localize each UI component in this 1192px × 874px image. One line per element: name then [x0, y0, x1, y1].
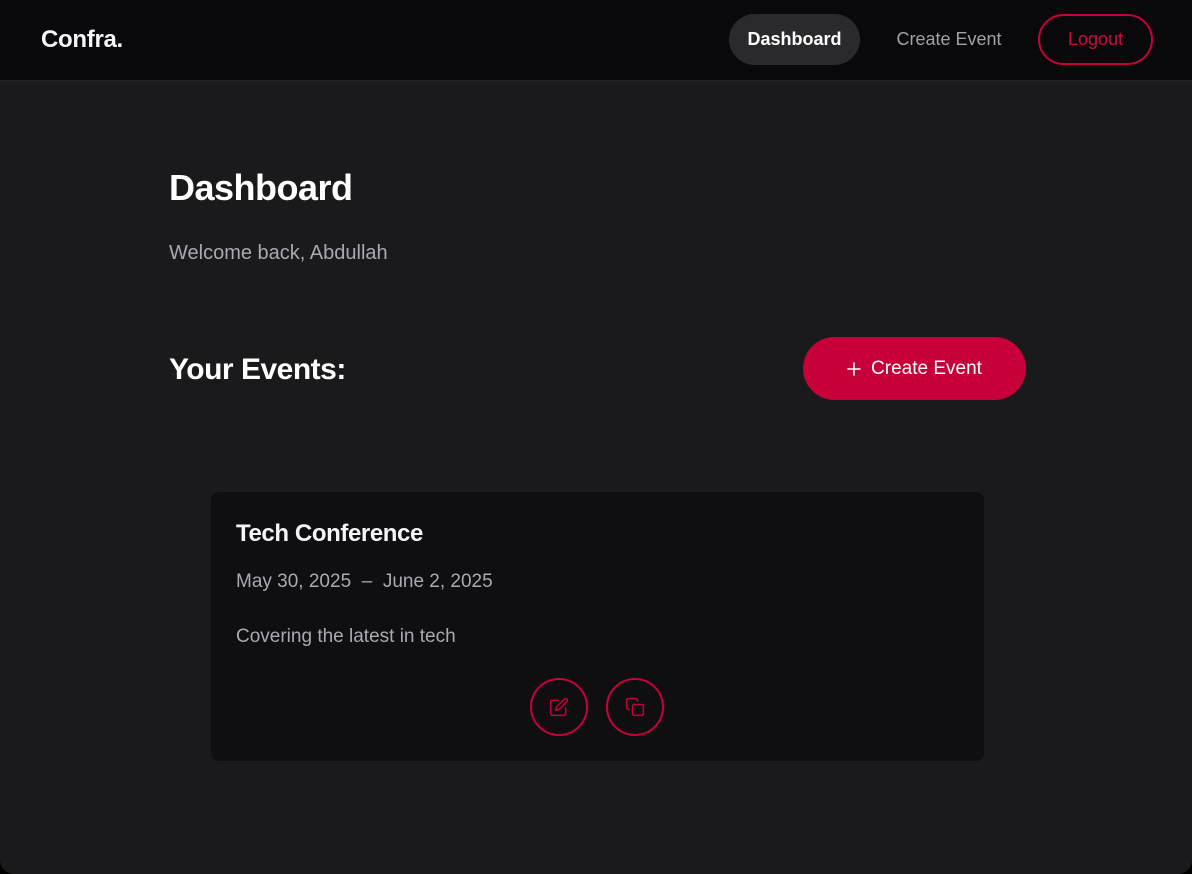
duplicate-event-button[interactable]: [606, 678, 664, 736]
navbar: Confra. Dashboard Create Event Logout: [0, 0, 1192, 81]
create-event-button[interactable]: Create Event: [803, 337, 1026, 400]
edit-event-button[interactable]: [530, 678, 588, 736]
event-description: Covering the latest in tech: [236, 626, 456, 647]
event-card[interactable]: Tech Conference May 30, 2025 – June 2, 2…: [211, 492, 984, 761]
create-event-button-label: Create Event: [871, 357, 982, 379]
nav-dashboard-link[interactable]: Dashboard: [729, 14, 860, 65]
page-title: Dashboard: [169, 167, 353, 208]
copy-icon: [625, 697, 645, 717]
edit-icon: [549, 697, 569, 717]
app-window: Confra. Dashboard Create Event Logout Da…: [0, 0, 1192, 874]
plus-icon: [847, 361, 861, 376]
brand-logo[interactable]: Confra.: [41, 25, 123, 55]
welcome-message: Welcome back, Abdullah: [169, 242, 388, 264]
logout-button[interactable]: Logout: [1038, 14, 1153, 65]
event-dates: May 30, 2025 – June 2, 2025: [236, 571, 493, 592]
nav-create-event-link[interactable]: Create Event: [880, 14, 1018, 65]
event-title: Tech Conference: [236, 520, 423, 547]
events-section-title: Your Events:: [169, 353, 346, 386]
